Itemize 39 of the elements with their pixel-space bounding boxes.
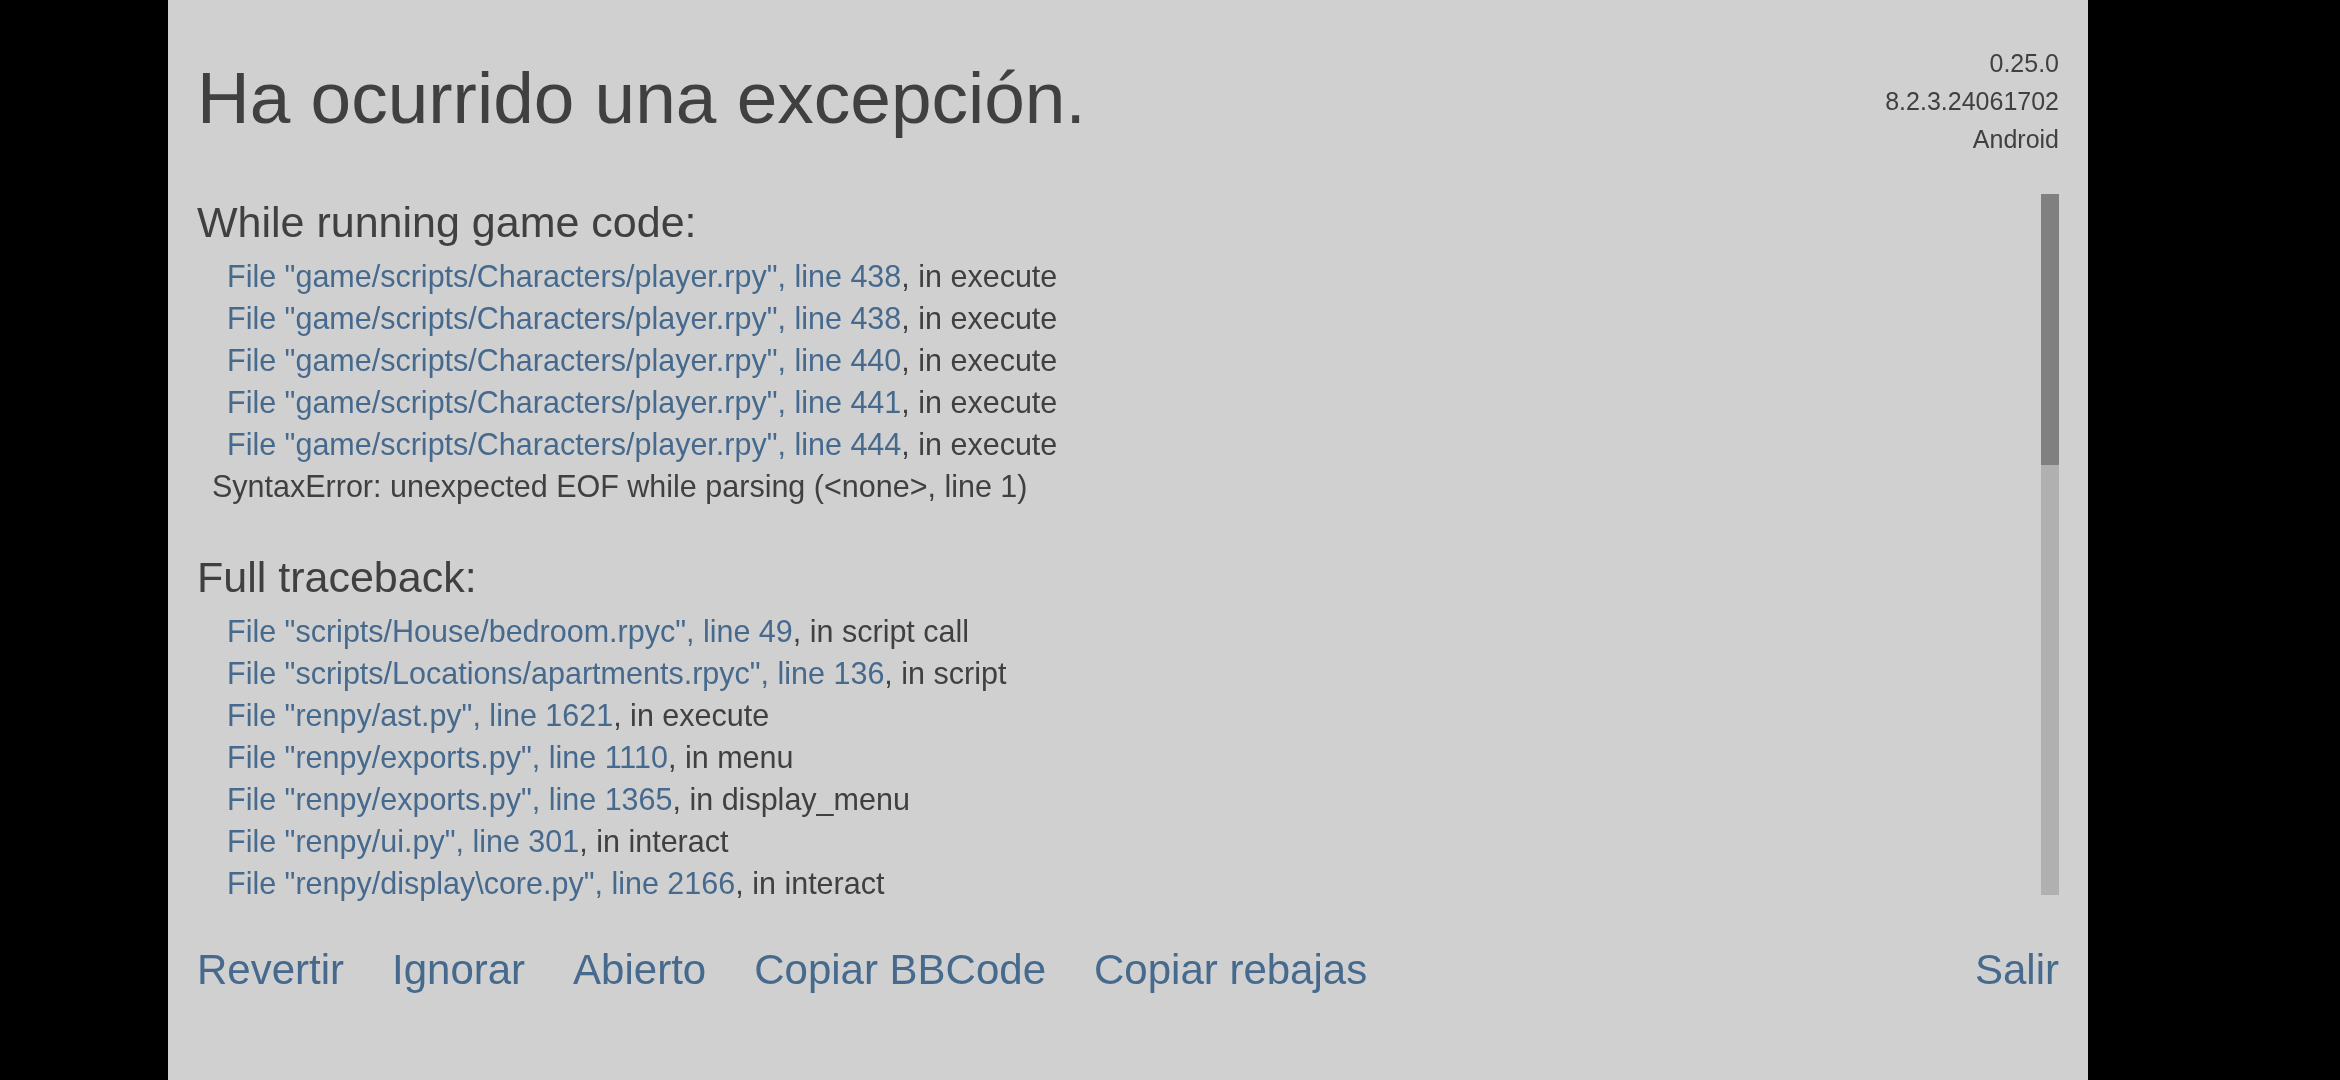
file-link[interactable]: File "scripts/Locations/apartments.rpyc", line 136 — [227, 656, 885, 690]
traceback-line: File "scripts/Locations/apartments.rpyc", line 136, in script — [227, 655, 1007, 693]
traceback-line: File "game/scripts/Characters/player.rpy", line 441, in execute — [227, 384, 1058, 422]
traceback-line: File "renpy/ast.py", line 1621, in execute — [227, 697, 770, 735]
traceback-line: File "game/scripts/Characters/player.rpy", line 440, in execute — [227, 342, 1058, 380]
file-link[interactable]: File "game/scripts/Characters/player.rpy", line 438 — [227, 259, 902, 293]
error-message: SyntaxError: unexpected EOF while parsing (<none>, line 1) — [212, 468, 1028, 506]
version-text: 8.2.3.24061702 — [1885, 86, 2059, 117]
file-link[interactable]: File "renpy/exports.py", line 1365 — [227, 782, 673, 816]
traceback-line: File "scripts/House/bedroom.rpyc", line 49, in script call — [227, 613, 970, 651]
action-button[interactable]: Copiar BBCode — [754, 943, 1046, 997]
file-link[interactable]: File "game/scripts/Characters/player.rpy", line 438 — [227, 301, 902, 335]
file-link[interactable]: File "scripts/House/bedroom.rpyc", line 49 — [227, 614, 793, 648]
file-link[interactable]: File "renpy/display\core.py", line 2166 — [227, 866, 736, 900]
file-link[interactable]: File "game/scripts/Characters/player.rpy", line 440 — [227, 343, 902, 377]
traceback-line: File "game/scripts/Characters/player.rpy", line 438, in execute — [227, 258, 1058, 296]
action-button[interactable]: Ignorar — [392, 943, 526, 997]
file-link[interactable]: File "renpy/exports.py", line 1110 — [227, 740, 668, 774]
quit-button[interactable]: Salir — [1974, 943, 2059, 997]
section-heading: While running game code: — [197, 197, 698, 248]
version-text: 0.25.0 — [1989, 48, 2059, 79]
action-button[interactable]: Revertir — [197, 943, 345, 997]
traceback-line: File "renpy/display\core.py", line 2166, in interact — [227, 865, 885, 903]
section-heading: Full traceback: — [197, 552, 478, 603]
scrollbar-thumb[interactable] — [2041, 194, 2059, 465]
screen-title: Ha ocurrido una excepción. — [197, 59, 1086, 137]
traceback-line: File "renpy/exports.py", line 1110, in menu — [227, 739, 794, 777]
version-text: Android — [1972, 124, 2059, 155]
file-link[interactable]: File "renpy/ui.py", line 301 — [227, 824, 580, 858]
traceback-line: File "game/scripts/Characters/player.rpy", line 444, in execute — [227, 426, 1058, 464]
traceback-line: File "renpy/ui.py", line 301, in interact — [227, 823, 729, 861]
traceback-line: File "game/scripts/Characters/player.rpy", line 438, in execute — [227, 300, 1058, 338]
file-link[interactable]: File "renpy/ast.py", line 1621 — [227, 698, 614, 732]
file-link[interactable]: File "game/scripts/Characters/player.rpy", line 441 — [227, 385, 902, 419]
action-button[interactable]: Copiar rebajas — [1094, 943, 1368, 997]
traceback-line: File "renpy/exports.py", line 1365, in display_menu — [227, 781, 910, 819]
action-button[interactable]: Abierto — [573, 943, 707, 997]
file-link[interactable]: File "game/scripts/Characters/player.rpy", line 444 — [227, 427, 902, 461]
scrollbar[interactable] — [2041, 194, 2059, 895]
